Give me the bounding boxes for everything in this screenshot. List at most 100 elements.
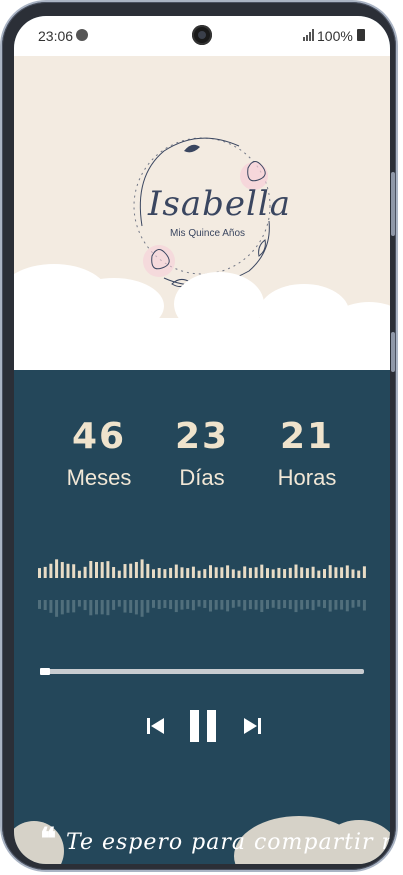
waveform-reflection (311, 600, 315, 611)
waveform-bar (77, 570, 81, 578)
waveform-bar (288, 567, 292, 578)
countdown-days-label: Días (179, 465, 225, 490)
countdown-hours: 21 Horas (252, 416, 362, 491)
waveform-bar (300, 567, 304, 578)
waveform-reflection (152, 600, 155, 608)
waveform-bar (305, 568, 309, 578)
waveform-bar (351, 569, 355, 578)
waveform-bar (169, 567, 173, 578)
waveform-bar (134, 561, 138, 578)
waveform-reflection (146, 600, 150, 613)
waveform-bar (100, 562, 104, 578)
waveform-reflection (226, 600, 230, 612)
waveform-reflection (203, 600, 207, 608)
waveform-bar (186, 568, 190, 578)
waveform-reflection (197, 600, 201, 607)
quinceanera-name: Isabella (148, 184, 292, 224)
waveform-reflection (89, 600, 93, 616)
waveform-reflection (254, 600, 258, 610)
waveform-bar (248, 567, 252, 578)
next-track-icon[interactable] (242, 716, 262, 736)
waveform-reflection (163, 600, 167, 608)
waveform-reflection (83, 600, 87, 611)
quote-mark-icon: ❝ (40, 822, 57, 857)
message-notification-icon (76, 29, 88, 41)
waveform-bar (129, 563, 133, 578)
countdown: 46 Meses 23 Días 21 Horas (14, 416, 390, 506)
waveform-bar (254, 567, 258, 578)
waveform-bar (345, 565, 349, 578)
waveform-bar (237, 570, 241, 578)
waveform-bar (214, 567, 218, 578)
waveform-bar (266, 568, 269, 578)
waveform-reflection (362, 600, 366, 611)
waveform-reflection (95, 600, 98, 615)
waveform-bar (152, 569, 155, 578)
audio-waveform[interactable] (38, 538, 368, 630)
waveform-reflection (231, 600, 235, 608)
signal-icon (303, 29, 314, 41)
waveform-bar (334, 567, 338, 578)
waveform-reflection (357, 600, 361, 607)
waveform-reflection (38, 600, 41, 609)
waveform-bar (112, 567, 116, 578)
waveform-reflection (140, 600, 144, 617)
waveform-reflection (283, 600, 287, 609)
waveform-bar (38, 568, 41, 578)
waveform-bar (362, 566, 366, 578)
status-time: 23:06 (38, 28, 74, 44)
countdown-hours-value: 21 (279, 416, 335, 457)
waveform-bar (340, 567, 344, 578)
waveform-reflection (220, 600, 224, 610)
waveform-reflection (317, 600, 321, 607)
waveform-bar (323, 569, 326, 578)
front-camera (192, 25, 212, 45)
battery-percent: 100% (317, 28, 353, 44)
waveform-reflection (169, 600, 173, 610)
waveform-reflection (43, 600, 47, 611)
waveform-bar (311, 566, 315, 578)
waveform-reflection (123, 600, 127, 613)
event-subtitle: Mis Quince Años (170, 228, 246, 239)
countdown-months: 46 Meses (44, 416, 154, 491)
waveform-bar (157, 568, 161, 578)
waveform-bar (72, 564, 76, 578)
waveform-reflection (260, 600, 264, 613)
waveform-reflection (157, 600, 161, 609)
previous-track-icon[interactable] (146, 716, 166, 736)
waveform-reflection (55, 600, 59, 617)
status-bar: 23:06 100% (14, 16, 390, 56)
pause-icon[interactable] (188, 708, 218, 744)
waveform-reflection (60, 600, 64, 615)
volume-button (391, 172, 395, 236)
waveform-reflection (271, 600, 275, 608)
waveform-bar (260, 564, 264, 578)
waveform-reflection (345, 600, 349, 612)
waveform-bar (66, 563, 70, 578)
waveform-reflection (340, 600, 344, 610)
countdown-months-value: 46 (71, 416, 127, 457)
waveform-reflection (77, 600, 81, 607)
waveform-bar (89, 561, 93, 578)
waveform-bar (43, 566, 47, 578)
waveform-bar (60, 562, 64, 578)
waveform-bar (271, 569, 275, 578)
waveform-reflection (117, 600, 121, 607)
waveform-bar (209, 565, 212, 578)
waveform-reflection (277, 600, 281, 610)
waveform-reflection (305, 600, 309, 609)
waveform-reflection (237, 600, 241, 607)
waveform-bar (55, 559, 59, 578)
waveform-reflection (243, 600, 247, 611)
waveform-bar (283, 569, 287, 578)
audio-progress-bar[interactable] (40, 668, 364, 675)
waveform-reflection (214, 600, 218, 610)
waveform-bar (123, 564, 127, 578)
waveform-bar (220, 567, 224, 578)
waveform-bar (231, 569, 235, 578)
waveform-bar (357, 570, 361, 578)
audio-progress-fill (40, 668, 50, 675)
waveform-bar (191, 566, 195, 578)
battery-icon (357, 29, 365, 41)
waveform-bar (317, 570, 321, 578)
